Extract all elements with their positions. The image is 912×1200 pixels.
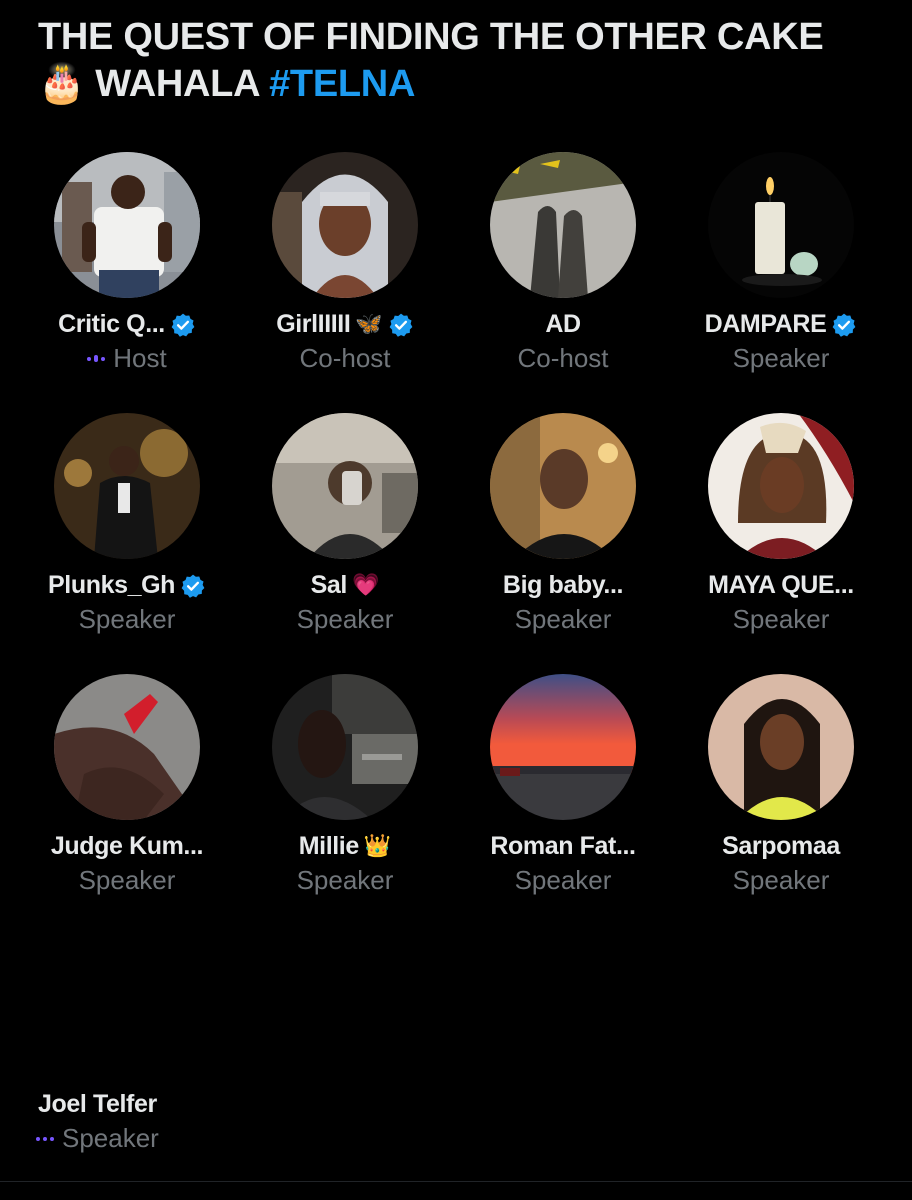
avatar[interactable] — [54, 152, 200, 298]
participant-ad[interactable]: AD Co-host — [454, 152, 672, 413]
participant-name: Plunks_Gh — [48, 571, 175, 599]
avatar[interactable] — [54, 413, 200, 559]
participant-name: Sarpomaa — [722, 832, 840, 860]
speakers-grid: Critic Q... Host GirlIIIII 🦋 Co-host AD … — [18, 152, 890, 935]
participant-role: Speaker — [62, 1123, 159, 1153]
avatar[interactable] — [708, 152, 854, 298]
participant-name: Critic Q... — [58, 310, 165, 338]
participant-name: Sal — [310, 571, 348, 599]
participant-dampare[interactable]: DAMPARE Speaker — [672, 152, 890, 413]
participant-name: Joel Telfer — [38, 1090, 157, 1118]
crown-emoji-icon: 👑 — [363, 833, 392, 859]
verified-badge-icon — [180, 573, 206, 599]
participant-role: Speaker — [296, 604, 394, 634]
avatar[interactable] — [272, 152, 418, 298]
participant-roman-fat[interactable]: Roman Fat... Speaker — [454, 674, 672, 935]
participant-role: Co-host — [299, 343, 391, 373]
participant-role: Speaker — [514, 865, 612, 895]
participant-name: GirlIIIII — [276, 310, 351, 338]
avatar[interactable] — [272, 413, 418, 559]
participant-millie[interactable]: Millie 👑 Speaker — [236, 674, 454, 935]
participant-name: AD — [545, 310, 581, 338]
participant-name: Roman Fat... — [490, 832, 636, 860]
avatar[interactable] — [490, 413, 636, 559]
participant-critic-q[interactable]: Critic Q... Host — [18, 152, 236, 413]
participant-girliiiii[interactable]: GirlIIIII 🦋 Co-host — [236, 152, 454, 413]
verified-badge-icon — [831, 312, 857, 338]
participant-name: Millie — [298, 832, 360, 860]
verified-badge-icon — [170, 312, 196, 338]
avatar[interactable] — [272, 674, 418, 820]
participant-role: Speaker — [78, 865, 176, 895]
avatar[interactable] — [708, 413, 854, 559]
participant-role: Speaker — [78, 604, 176, 634]
participant-role: Speaker — [514, 604, 612, 634]
participant-sal[interactable]: Sal 💗 Speaker — [236, 413, 454, 674]
avatar[interactable] — [490, 674, 636, 820]
participant-name: MAYA QUE... — [708, 571, 854, 599]
heart-emoji-icon: 💗 — [351, 572, 380, 598]
participant-maya-que[interactable]: MAYA QUE... Speaker — [672, 413, 890, 674]
speaking-indicator-icon — [36, 1136, 54, 1141]
participant-plunks-gh[interactable]: Plunks_Gh Speaker — [18, 413, 236, 674]
participant-judge-kum[interactable]: Judge Kum... Speaker — [18, 674, 236, 935]
participant-name: Judge Kum... — [50, 832, 204, 860]
avatar[interactable] — [54, 674, 200, 820]
divider — [0, 1181, 912, 1182]
participant-role: Speaker — [296, 865, 394, 895]
title-text-part1: THE QUEST OF FINDING THE OTHER CAKE — [38, 16, 824, 58]
avatar[interactable] — [490, 152, 636, 298]
butterfly-emoji-icon: 🦋 — [355, 311, 383, 337]
participant-big-baby[interactable]: Big baby... Speaker — [454, 413, 672, 674]
participant-role: Speaker — [732, 343, 830, 373]
participant-role: Speaker — [732, 865, 830, 895]
participant-joel-telfer[interactable]: Joel Telfer Speaker — [36, 1090, 159, 1154]
cake-emoji-icon: 🎂 — [38, 61, 86, 105]
space-view: THE QUEST OF FINDING THE OTHER CAKE 🎂 WA… — [0, 0, 912, 1200]
verified-badge-icon — [388, 312, 414, 338]
participant-role: Speaker — [732, 604, 830, 634]
participant-name: DAMPARE — [704, 310, 827, 338]
participant-role: Co-host — [517, 343, 609, 373]
participant-sarpomaa[interactable]: Sarpomaa Speaker — [672, 674, 890, 935]
participant-name: Big baby... — [502, 571, 624, 599]
space-title: THE QUEST OF FINDING THE OTHER CAKE 🎂 WA… — [38, 14, 878, 107]
participant-role: Host — [113, 343, 167, 373]
speaking-indicator-icon — [87, 355, 106, 362]
avatar[interactable] — [708, 674, 854, 820]
title-text-part2: WAHALA — [95, 63, 259, 105]
hashtag-link[interactable]: #TELNA — [269, 63, 415, 105]
